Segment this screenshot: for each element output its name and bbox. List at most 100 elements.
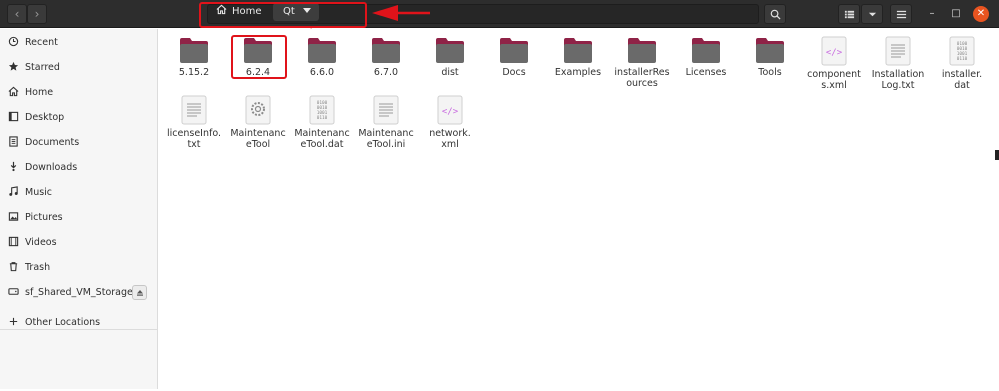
sidebar-item-videos[interactable]: Videos bbox=[0, 232, 158, 254]
file-item[interactable]: Maintenanc eTool.ini bbox=[355, 95, 417, 150]
svg-text:0110: 0110 bbox=[317, 115, 328, 121]
file-name-label: Licenses bbox=[685, 67, 727, 78]
search-icon bbox=[770, 9, 781, 20]
text-file-icon bbox=[181, 95, 207, 125]
sidebar-item-home[interactable]: Home bbox=[0, 82, 158, 104]
file-name-label: dist bbox=[441, 67, 459, 78]
executable-file-icon bbox=[245, 95, 271, 125]
text-file-icon bbox=[885, 36, 911, 66]
close-button[interactable]: ✕ bbox=[973, 6, 989, 22]
sidebar-item-label: Recent bbox=[25, 37, 58, 48]
sidebar-item-label: Other Locations bbox=[25, 317, 101, 328]
list-view-icon bbox=[844, 10, 854, 19]
folder-icon bbox=[372, 38, 400, 63]
file-name-label: installer. dat bbox=[941, 69, 983, 91]
folder-item[interactable]: installerRes ources bbox=[611, 36, 673, 89]
file-name-label: Installation Log.txt bbox=[871, 69, 925, 91]
sidebar-item-trash[interactable]: Trash bbox=[0, 257, 158, 279]
file-item[interactable]: </> component s.xml bbox=[803, 36, 865, 91]
file-name-label: 6.7.0 bbox=[373, 67, 399, 78]
folder-icon bbox=[692, 38, 720, 63]
file-item[interactable]: 0100 0010 1001 0110 installer. dat bbox=[931, 36, 993, 91]
sidebar-item-desktop[interactable]: Desktop bbox=[0, 107, 158, 129]
file-name-label: network. xml bbox=[429, 128, 471, 150]
eject-button[interactable] bbox=[132, 285, 147, 300]
folder-highlight-annotation bbox=[231, 35, 287, 79]
file-name-label: licenseInfo. txt bbox=[167, 128, 221, 150]
sidebar-item-documents[interactable]: Documents bbox=[0, 132, 158, 154]
hamburger-menu-icon bbox=[896, 10, 906, 19]
sidebar: Recent Starred Home Desktop Documents Do… bbox=[0, 29, 158, 389]
file-name-label: installerRes ources bbox=[614, 67, 670, 89]
view-toggle-button[interactable] bbox=[838, 4, 860, 24]
sidebar-item-other-locations[interactable]: Other Locations bbox=[0, 312, 158, 334]
folder-item[interactable]: Examples bbox=[547, 36, 609, 78]
folder-item[interactable]: dist bbox=[419, 36, 481, 78]
file-item[interactable]: 0100 0010 1001 0110 Maintenanc eTool.dat bbox=[291, 95, 353, 150]
home-icon bbox=[8, 86, 19, 97]
folder-icon bbox=[500, 38, 528, 63]
view-options-button[interactable] bbox=[861, 4, 883, 24]
window-edge bbox=[995, 150, 999, 160]
sidebar-item-label: Documents bbox=[25, 137, 80, 148]
clock-icon bbox=[8, 36, 19, 47]
folder-item[interactable]: Docs bbox=[483, 36, 545, 78]
file-item[interactable]: Installation Log.txt bbox=[867, 36, 929, 91]
video-icon bbox=[8, 236, 19, 247]
folder-item[interactable]: 6.6.0 bbox=[291, 36, 353, 78]
sidebar-item-recent[interactable]: Recent bbox=[0, 32, 158, 54]
sidebar-item-label: Videos bbox=[25, 237, 57, 248]
drive-icon bbox=[8, 288, 19, 295]
sidebar-item-label: Desktop bbox=[25, 112, 65, 123]
sidebar-item-starred[interactable]: Starred bbox=[0, 57, 158, 79]
text-file-icon bbox=[373, 95, 399, 125]
sidebar-item-label: Pictures bbox=[25, 212, 63, 223]
xml-file-icon: </> bbox=[821, 36, 847, 66]
xml-file-icon: </> bbox=[437, 95, 463, 125]
folder-item[interactable]: 5.15.2 bbox=[163, 36, 225, 78]
folder-icon bbox=[564, 38, 592, 63]
path-highlight-annotation bbox=[199, 2, 367, 28]
trash-icon bbox=[9, 262, 18, 272]
file-name-label: Examples bbox=[554, 67, 602, 78]
file-item[interactable]: Maintenanc eTool bbox=[227, 95, 289, 150]
sidebar-item-pictures[interactable]: Pictures bbox=[0, 207, 158, 229]
file-name-label: Docs bbox=[502, 67, 526, 78]
sidebar-item-label: Starred bbox=[25, 62, 60, 73]
sidebar-item-label: Trash bbox=[25, 262, 51, 273]
sidebar-item-music[interactable]: Music bbox=[0, 182, 158, 204]
sidebar-item-label: Music bbox=[25, 187, 53, 198]
forward-button[interactable]: › bbox=[27, 4, 47, 24]
folder-icon bbox=[628, 38, 656, 63]
minimize-button[interactable]: – bbox=[924, 6, 940, 22]
file-item[interactable]: licenseInfo. txt bbox=[163, 95, 225, 150]
eject-icon bbox=[136, 290, 143, 296]
folder-item[interactable]: 6.7.0 bbox=[355, 36, 417, 78]
binary-file-icon: 0100001010010110 bbox=[309, 95, 335, 125]
document-icon bbox=[9, 136, 18, 147]
picture-icon bbox=[8, 212, 19, 221]
search-button[interactable] bbox=[764, 4, 786, 24]
file-name-label: Maintenanc eTool.dat bbox=[294, 128, 350, 150]
sidebar-item-downloads[interactable]: Downloads bbox=[0, 157, 158, 179]
folder-icon bbox=[180, 38, 208, 63]
star-icon bbox=[8, 61, 19, 71]
sidebar-item-label: sf_Shared_VM_Storage bbox=[25, 287, 133, 298]
folder-item[interactable]: Licenses bbox=[675, 36, 737, 78]
maximize-button[interactable]: □ bbox=[948, 6, 964, 22]
folder-icon bbox=[436, 38, 464, 63]
folder-icon bbox=[308, 38, 336, 63]
file-name-label: Maintenanc eTool bbox=[230, 128, 286, 150]
file-name-label: component s.xml bbox=[807, 69, 861, 91]
sidebar-item-shared-storage[interactable]: sf_Shared_VM_Storage bbox=[0, 282, 158, 304]
file-name-label: Maintenanc eTool.ini bbox=[358, 128, 414, 150]
chevron-down-icon bbox=[868, 12, 876, 17]
folder-item[interactable]: Tools bbox=[739, 36, 801, 78]
svg-text:</>: </> bbox=[442, 107, 459, 117]
svg-text:0110: 0110 bbox=[957, 56, 968, 62]
file-name-label: Tools bbox=[758, 67, 782, 78]
file-item[interactable]: </> network. xml bbox=[419, 95, 481, 150]
download-icon bbox=[10, 161, 17, 172]
back-button[interactable]: ‹ bbox=[7, 4, 27, 24]
menu-button[interactable] bbox=[890, 4, 912, 24]
